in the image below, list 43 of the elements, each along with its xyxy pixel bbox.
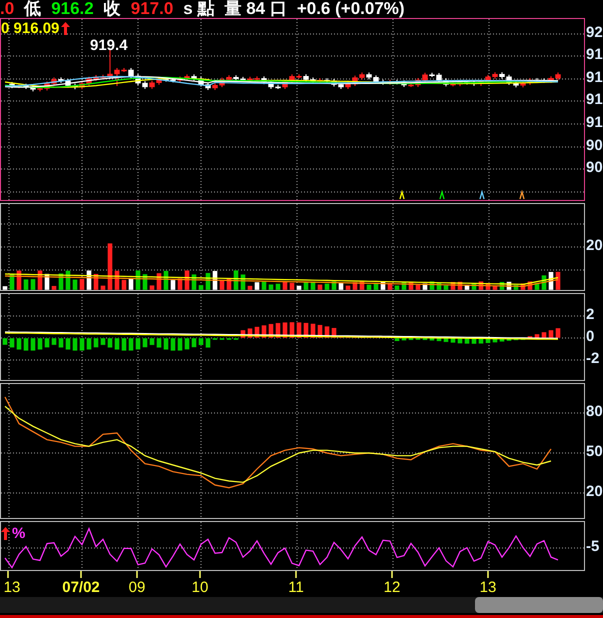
date-label: 11 (288, 580, 304, 595)
date-label: 10 (192, 580, 208, 595)
date-label: 12 (384, 580, 400, 595)
up-arrow-icon (1, 527, 10, 540)
tick-mark (199, 571, 201, 578)
axis-label: 50 (586, 444, 603, 459)
axis-label: 91 (586, 70, 603, 85)
percent-label: % (12, 526, 26, 541)
tick-mark (7, 571, 9, 578)
axis-label: 2 (586, 307, 594, 322)
axis-label: 90 (586, 138, 603, 153)
axis-label: 20 (586, 238, 603, 253)
quote-text: +0.6 (+0.07%) (296, 0, 405, 18)
axis-label: 20 (586, 484, 603, 499)
quote-text: s 點 (183, 0, 214, 18)
axis-label: 80 (586, 404, 603, 419)
date-label: 13 (4, 580, 20, 595)
tick-mark (80, 571, 82, 578)
axis-label: 0 (586, 329, 594, 344)
date-label: 13 (480, 580, 496, 595)
axis-label: 91 (586, 92, 603, 107)
axis-label: 91 (586, 47, 603, 62)
high-price-label: 919.4 (90, 38, 128, 53)
quote-text: 量 84 口 (224, 0, 287, 18)
axis-label: -2 (586, 351, 600, 366)
quote-text: 收 (104, 0, 121, 18)
tick-mark (136, 571, 138, 578)
scrollbar-thumb[interactable] (475, 597, 603, 614)
up-arrow-icon (61, 22, 70, 35)
tick-mark (391, 571, 393, 578)
quote-text: 低 (24, 0, 42, 18)
axis-label: 90 (586, 160, 603, 175)
tick-mark (487, 571, 489, 578)
tick-mark (295, 571, 297, 578)
price-readout: 0 916.09 (1, 21, 60, 36)
date-label: 07/02 (62, 580, 100, 595)
axis-label: 91 (586, 115, 603, 130)
quote-text: 917.0 (130, 0, 174, 18)
quote-text: 916.2 (51, 0, 94, 18)
axis-label: -5 (586, 539, 600, 554)
date-label: 09 (128, 580, 146, 595)
quote-text: .0 (0, 0, 14, 18)
axis-label: 92 (586, 25, 603, 40)
